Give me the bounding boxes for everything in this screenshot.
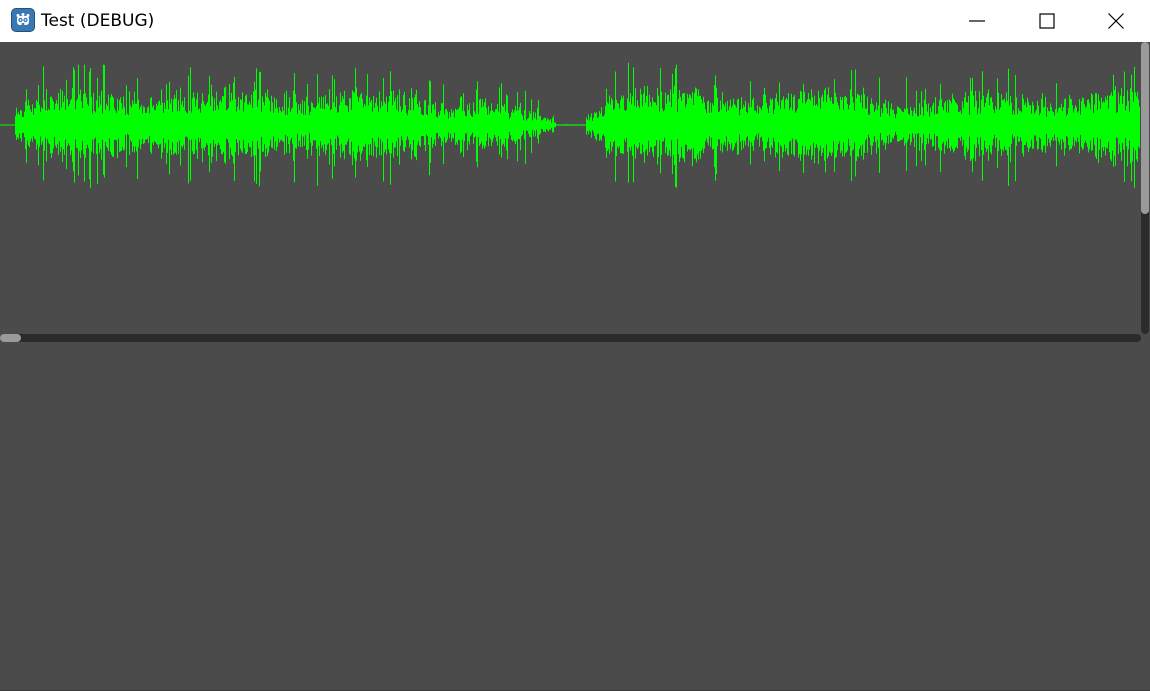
godot-icon <box>11 8 35 32</box>
title-bar[interactable]: Test (DEBUG) <box>0 0 1150 42</box>
maximize-icon <box>1039 13 1055 29</box>
app-window: Test (DEBUG) <box>0 0 1150 691</box>
horizontal-scroll-thumb[interactable] <box>0 334 21 342</box>
waveform-display <box>0 62 1140 189</box>
minimize-button[interactable] <box>942 0 1012 42</box>
waveform-panel[interactable] <box>0 42 1140 334</box>
vertical-scrollbar[interactable] <box>1141 42 1149 334</box>
waveform-trace <box>0 62 1140 189</box>
window-title: Test (DEBUG) <box>41 11 155 31</box>
vertical-scroll-thumb[interactable] <box>1141 42 1149 214</box>
horizontal-scrollbar[interactable] <box>0 334 1141 342</box>
maximize-button[interactable] <box>1012 0 1082 42</box>
close-button[interactable] <box>1082 0 1150 42</box>
client-area <box>0 42 1150 691</box>
minimize-icon <box>969 20 985 22</box>
close-icon <box>1108 13 1124 29</box>
